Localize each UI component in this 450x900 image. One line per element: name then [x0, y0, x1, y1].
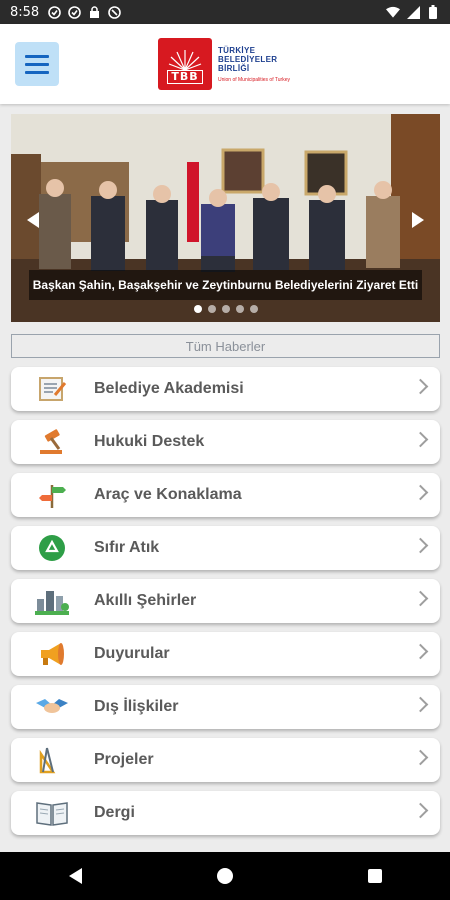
handshake-icon	[35, 691, 69, 723]
slider-dot[interactable]	[221, 305, 230, 313]
chevron-right-icon	[412, 749, 429, 766]
battery-icon	[426, 5, 440, 19]
chevron-right-icon	[412, 431, 429, 448]
notification-icon	[47, 5, 61, 19]
chevron-right-icon	[412, 802, 429, 819]
all-news-button[interactable]: Tüm Haberler	[11, 334, 440, 358]
menu-item-label: Projeler	[94, 751, 154, 768]
slider-dot[interactable]	[193, 305, 202, 313]
logo-mark: TBB	[158, 38, 212, 90]
wifi-icon	[386, 5, 400, 19]
slider-dot[interactable]	[235, 305, 244, 313]
chevron-right-icon	[412, 537, 429, 554]
status-icons-right	[386, 5, 440, 19]
chevron-right-icon	[412, 590, 429, 607]
logo-line-2: BELEDİYELER	[218, 54, 278, 64]
slider-next-icon[interactable]	[412, 212, 424, 228]
megaphone-icon	[35, 638, 69, 670]
signal-icon	[406, 5, 420, 19]
system-navigation-bar	[0, 852, 450, 900]
menu-item-belediye-akademisi[interactable]: Belediye Akademisi	[11, 367, 440, 411]
status-bar: 8:58	[0, 0, 450, 24]
status-time: 8:58	[10, 4, 40, 20]
slider-dot[interactable]	[249, 305, 258, 313]
logo-letters: TBB	[167, 70, 203, 84]
menu-item-sifir-atik[interactable]: Sıfır Atık	[11, 526, 440, 570]
menu-item-dergi[interactable]: Dergi	[11, 791, 440, 835]
city-icon	[35, 585, 69, 617]
chevron-right-icon	[412, 484, 429, 501]
chevron-right-icon	[412, 378, 429, 395]
logo-text: TÜRKİYE BELEDİYELER BİRLİĞİ Union of Mun…	[218, 46, 290, 83]
gavel-icon	[35, 426, 69, 458]
logo-sunburst-icon	[168, 50, 202, 70]
lock-icon	[87, 5, 101, 19]
menu-item-label: Dış İlişkiler	[94, 698, 179, 715]
logo-subtitle: Union of Municipalities of Turkey	[218, 76, 290, 83]
menu-item-label: Belediye Akademisi	[94, 380, 244, 397]
menu-item-label: Akıllı Şehirler	[94, 592, 197, 609]
app-header: TBB TÜRKİYE BELEDİYELER BİRLİĞİ Union of…	[0, 24, 450, 104]
menu-item-duyurular[interactable]: Duyurular	[11, 632, 440, 676]
menu-item-akilli-sehirler[interactable]: Akıllı Şehirler	[11, 579, 440, 623]
slider-dot[interactable]	[207, 305, 216, 313]
menu-item-label: Sıfır Atık	[94, 539, 160, 556]
chevron-right-icon	[412, 696, 429, 713]
tbb-logo: TBB TÜRKİYE BELEDİYELER BİRLİĞİ Union of…	[158, 38, 290, 90]
certificate-icon	[35, 373, 69, 405]
back-icon[interactable]	[55, 856, 95, 896]
menu-item-hukuki-destek[interactable]: Hukuki Destek	[11, 420, 440, 464]
menu-item-arac-ve-konaklama[interactable]: Araç ve Konaklama	[11, 473, 440, 517]
slider-prev-icon[interactable]	[27, 212, 39, 228]
drafting-tools-icon	[35, 744, 69, 776]
slider-dots	[11, 305, 440, 313]
home-icon[interactable]	[205, 856, 245, 896]
notification-icon	[67, 5, 81, 19]
menu-item-label: Araç ve Konaklama	[94, 486, 242, 503]
hamburger-menu-icon[interactable]	[15, 42, 59, 86]
menu-item-label: Dergi	[94, 804, 135, 821]
signpost-icon	[35, 479, 69, 511]
logo-line-3: BİRLİĞİ	[218, 63, 250, 73]
recent-apps-icon[interactable]	[355, 856, 395, 896]
menu-item-projeler[interactable]: Projeler	[11, 738, 440, 782]
logo-line-1: TÜRKİYE	[218, 45, 256, 55]
menu-item-label: Duyurular	[94, 645, 170, 662]
slider-caption[interactable]: Başkan Şahin, Başakşehir ve Zeytinburnu …	[29, 270, 422, 300]
notification-icon	[107, 5, 121, 19]
recycle-icon	[35, 532, 69, 564]
chevron-right-icon	[412, 643, 429, 660]
menu-item-dis-iliskiler[interactable]: Dış İlişkiler	[11, 685, 440, 729]
open-book-icon	[35, 797, 69, 829]
menu-item-label: Hukuki Destek	[94, 433, 205, 450]
news-slider[interactable]: Başkan Şahin, Başakşehir ve Zeytinburnu …	[11, 114, 440, 322]
status-icons-left	[47, 5, 121, 19]
